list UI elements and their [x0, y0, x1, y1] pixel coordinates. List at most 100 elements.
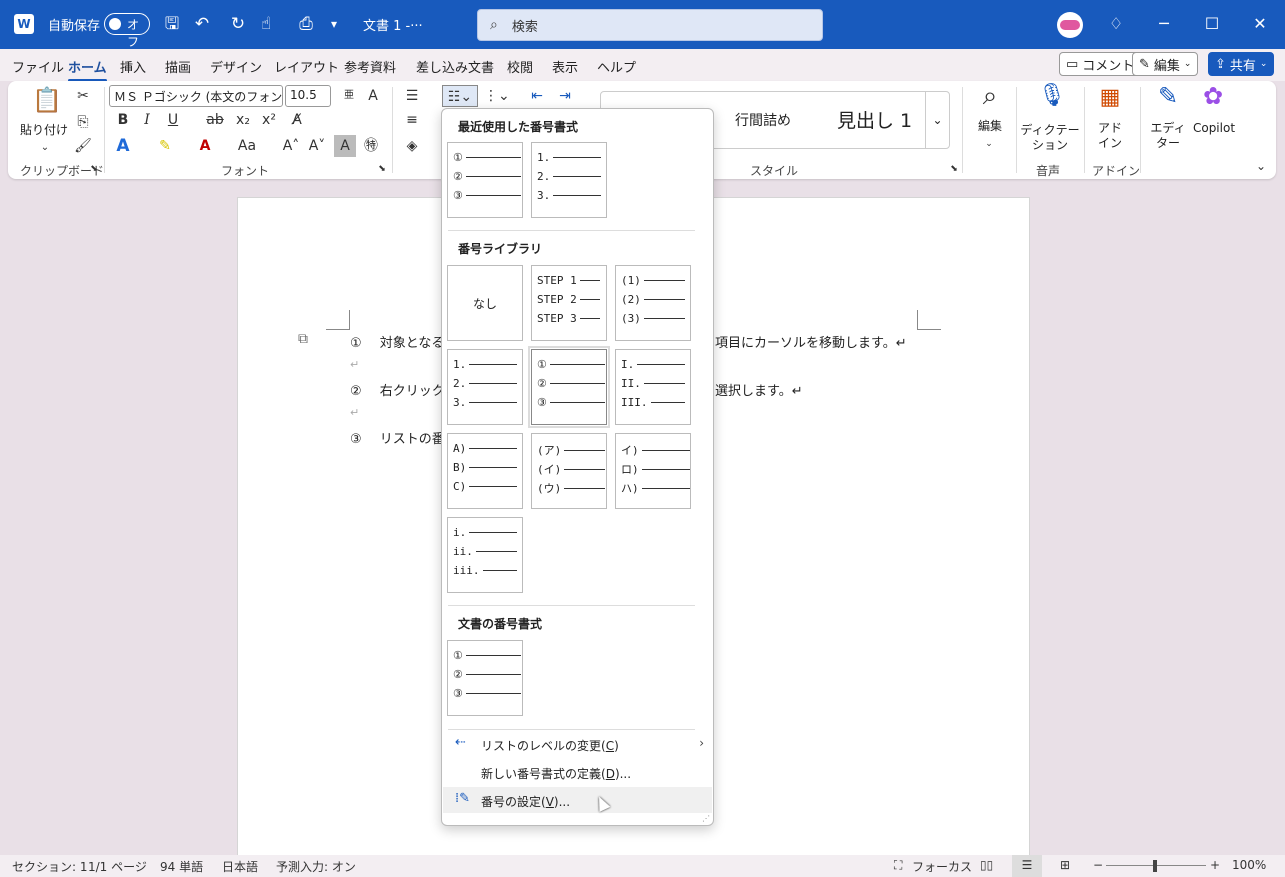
tab-references[interactable]: 参考資料	[344, 57, 396, 76]
italic-icon[interactable]: I	[136, 109, 158, 131]
increase-indent-icon[interactable]: ⇥	[554, 85, 576, 107]
numbering-format-tile[interactable]: (ア) (イ) (ウ)	[531, 433, 607, 509]
decrease-indent-icon[interactable]: ⇤	[526, 85, 548, 107]
clear-format-icon[interactable]: A̸	[286, 109, 308, 131]
zoom-out-icon[interactable]: −	[1093, 858, 1103, 872]
paste-label[interactable]: 貼り付け	[20, 123, 68, 138]
enclose-chars-icon[interactable]: ㊕	[360, 135, 382, 157]
cut-icon[interactable]: ✂	[72, 85, 94, 107]
undo-icon[interactable]: ↶	[190, 12, 214, 36]
numbering-format-tile[interactable]: (1) (2) (3)	[615, 265, 691, 341]
maximize-icon[interactable]: ☐	[1198, 12, 1226, 36]
tab-mailings[interactable]: 差し込み文書	[416, 57, 494, 76]
tab-home[interactable]: ホーム	[68, 57, 107, 82]
numbering-format-tile[interactable]: ① ② ③	[447, 142, 523, 218]
copilot-button-label[interactable]: Copilot	[1190, 121, 1238, 136]
numbering-format-tile[interactable]: A) B) C)	[447, 433, 523, 509]
dialog-launcher-icon[interactable]: ⬊	[948, 163, 960, 175]
numbering-format-tile[interactable]: ① ② ③	[447, 640, 523, 716]
editor-icon[interactable]: ✎	[1154, 84, 1182, 117]
numbering-format-tile[interactable]: STEP 1 STEP 2 STEP 3	[531, 265, 607, 341]
addins-button-label[interactable]: アド イン	[1092, 121, 1128, 151]
numbering-format-tile[interactable]: 1. 2. 3.	[447, 349, 523, 425]
search-box[interactable]: ⌕ 検索	[477, 9, 823, 41]
style-no-spacing[interactable]: 行間詰め	[735, 110, 791, 130]
chevron-down-icon[interactable]: ⌄	[34, 137, 56, 159]
define-new-format-item[interactable]: 新しい番号書式の定義(D)...	[443, 759, 712, 785]
zoom-in-icon[interactable]: +	[1210, 858, 1220, 872]
status-focus[interactable]: フォーカス	[912, 858, 972, 875]
search-icon[interactable]: ⌕	[974, 83, 1006, 115]
numbering-format-tile[interactable]: ① ② ③	[528, 346, 610, 428]
numbering-icon[interactable]: ☷⌄	[442, 85, 478, 107]
dialog-launcher-icon[interactable]: ⬊	[376, 163, 388, 175]
numbering-format-tile[interactable]: イ) ロ) ハ)	[615, 433, 691, 509]
document-title[interactable]: 文書 1 -···	[363, 0, 423, 49]
web-layout-icon[interactable]: ⊞	[1060, 858, 1070, 872]
paste-icon[interactable]: 📋	[32, 88, 62, 119]
lightbulb-icon[interactable]: ♢	[1102, 12, 1130, 36]
text-effects-icon[interactable]: A	[112, 135, 134, 157]
comment-button[interactable]: ▭ コメント	[1059, 52, 1142, 76]
touch-mode-icon[interactable]: ☝	[254, 12, 278, 36]
dialog-launcher-icon[interactable]: ⬊	[88, 163, 100, 175]
char-border-icon[interactable]: A	[362, 85, 384, 107]
strikethrough-icon[interactable]: ab	[204, 109, 226, 131]
print-preview-icon[interactable]: ⎙	[294, 12, 318, 36]
status-section[interactable]: セクション: 1	[12, 858, 88, 875]
numbering-format-tile[interactable]: I. II. III.	[615, 349, 691, 425]
tab-help[interactable]: ヘルプ	[597, 57, 636, 76]
highlight-icon[interactable]: ✎	[154, 135, 176, 157]
minimize-icon[interactable]: ─	[1150, 12, 1178, 36]
close-icon[interactable]: ✕	[1246, 12, 1274, 36]
numbering-none-tile[interactable]: なし	[447, 265, 523, 341]
status-language[interactable]: 日本語	[222, 858, 258, 875]
copy-icon[interactable]: ⎘	[72, 111, 94, 133]
font-size-select[interactable]: 10.5	[285, 85, 331, 107]
zoom-level[interactable]: 100%	[1232, 858, 1266, 872]
phonetic-guide-icon[interactable]: 亜	[338, 85, 360, 107]
tab-layout[interactable]: レイアウト	[274, 57, 339, 76]
tab-draw[interactable]: 描画	[165, 57, 191, 76]
tab-review[interactable]: 校閲	[507, 57, 533, 76]
resize-grip-icon[interactable]: ⋰	[702, 814, 710, 823]
list-item[interactable]: ① 対象となる	[350, 332, 444, 351]
bullets-icon[interactable]: ☰	[401, 85, 423, 107]
status-pages[interactable]: 1/1 ページ	[88, 858, 147, 875]
multilevel-list-icon[interactable]: ⋮⌄	[484, 85, 510, 107]
char-shading-icon[interactable]: A	[334, 135, 356, 157]
font-name-select[interactable]: ＭＳ Ｐゴシック (本文のフォント	[109, 85, 283, 107]
tab-view[interactable]: 表示	[552, 57, 578, 76]
copilot-icon[interactable]: ✿	[1198, 84, 1228, 115]
share-button[interactable]: ⇪ 共有 ⌄	[1208, 52, 1275, 76]
autosave-toggle[interactable]: オフ	[104, 13, 150, 49]
addins-icon[interactable]: ▦	[1096, 87, 1124, 115]
print-layout-icon[interactable]: ☰	[1012, 855, 1042, 877]
editing-mode-button[interactable]: ✎ 編集 ⌄	[1132, 52, 1199, 76]
avatar[interactable]	[1057, 12, 1083, 38]
change-list-level-item[interactable]: ⇠ リストのレベルの変更(C) ›	[443, 731, 712, 757]
status-words[interactable]: 94 単語	[160, 858, 203, 875]
gallery-more-icon[interactable]: ⌄	[925, 92, 949, 148]
shading-icon[interactable]: ◈	[401, 135, 423, 157]
shrink-font-icon[interactable]: A˅	[306, 135, 328, 157]
chevron-down-icon[interactable]: ⌄	[978, 133, 1000, 155]
read-mode-icon[interactable]: ▯▯	[980, 858, 993, 872]
font-color-icon[interactable]: A	[194, 135, 216, 157]
format-painter-icon[interactable]: 🖌	[72, 135, 94, 157]
subscript-icon[interactable]: x₂	[232, 109, 254, 131]
underline-icon[interactable]: U	[162, 109, 184, 131]
focus-icon[interactable]: ⛶	[894, 858, 902, 873]
numbering-format-tile[interactable]: 1. 2. 3.	[531, 142, 607, 218]
save-icon[interactable]: 🖫	[160, 12, 184, 36]
style-heading-1[interactable]: 見出し 1	[837, 106, 912, 133]
editor-button-label[interactable]: エディ ター	[1148, 121, 1188, 151]
grow-font-icon[interactable]: A˄	[280, 135, 302, 157]
superscript-icon[interactable]: x²	[258, 109, 280, 131]
status-predict[interactable]: 予測入力: オン	[276, 858, 356, 875]
numbering-format-tile[interactable]: i. ii. iii.	[447, 517, 523, 593]
editing-button-label[interactable]: 編集	[970, 119, 1010, 134]
collapse-ribbon-icon[interactable]: ⌄	[1250, 155, 1272, 177]
tab-file[interactable]: ファイル	[12, 57, 64, 76]
customize-qat-icon[interactable]: ▾	[322, 12, 346, 36]
